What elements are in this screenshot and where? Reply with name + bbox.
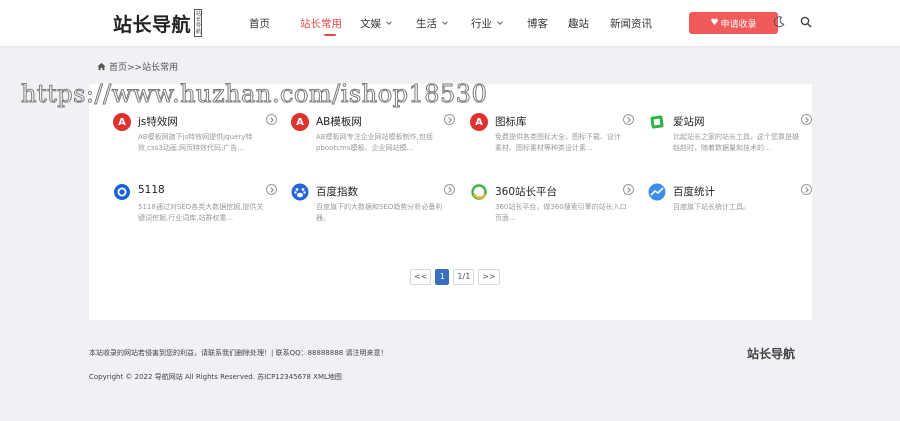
- site-item[interactable]: 爱站网 比起站长之家的站长工具，这个您算是雄赳赳时，随着数据量和技术的...: [648, 113, 812, 173]
- site-name[interactable]: 5118: [138, 184, 165, 196]
- logo-tag: 站长导航: [194, 9, 203, 37]
- nav-fun[interactable]: 趣站: [568, 0, 610, 46]
- site-name[interactable]: 百度指数: [316, 184, 358, 199]
- goto-arrow-icon[interactable]: [266, 114, 277, 125]
- goto-arrow-icon[interactable]: [444, 184, 455, 195]
- site-name[interactable]: 百度统计: [673, 184, 715, 199]
- site-desc: AB模板网旗下js特效网提供jquery特效,css3动画,网页特效代码,广告.…: [138, 133, 253, 152]
- site-item[interactable]: 5118 5118通过对SEO各类大数据挖掘,提供关键词挖掘,行业词库,站群权重…: [113, 183, 277, 243]
- ab-logo-icon: A: [291, 113, 309, 131]
- site-item[interactable]: 360站长平台 360站长平台，做360搜索引擎的站长入口页面...: [470, 183, 634, 243]
- site-item[interactable]: 百度统计 百度旗下站长统计工具。: [648, 183, 812, 243]
- site-name[interactable]: 爱站网: [673, 114, 705, 129]
- site-desc: 5118通过对SEO各类大数据挖掘,提供关键词挖掘,行业词库,站群权重...: [138, 203, 264, 222]
- apply-listing-button[interactable]: ♥ 申请收录: [689, 12, 778, 34]
- nav-industry[interactable]: 行业: [471, 0, 527, 46]
- moon-icon[interactable]: [773, 16, 785, 28]
- goto-arrow-icon[interactable]: [444, 114, 455, 125]
- goto-arrow-icon[interactable]: [623, 114, 634, 125]
- site-desc: 比起站长之家的站长工具，这个您算是雄赳赳时，随着数据量和技术的...: [673, 133, 799, 152]
- nav-news[interactable]: 新闻资讯: [610, 0, 670, 46]
- chevron-down-icon: [497, 18, 503, 25]
- site-item[interactable]: 百度指数 百度旗下的大数据和SEO趋势分析必备利器。: [291, 183, 455, 243]
- goto-arrow-icon[interactable]: [266, 184, 277, 195]
- prev-page-button[interactable]: <<: [410, 268, 432, 285]
- page-count: 1/1: [453, 268, 475, 285]
- 360-logo-icon: [471, 184, 487, 200]
- site-name[interactable]: js特效网: [138, 114, 178, 129]
- footer-logo: 站长导航: [747, 347, 796, 361]
- goto-arrow-icon[interactable]: [801, 184, 812, 195]
- site-logo[interactable]: 站长导航 站长导航: [113, 9, 203, 37]
- goto-arrow-icon[interactable]: [623, 184, 634, 195]
- footer-copyright: Copyright © 2022 导航网站 All Rights Reserve…: [89, 373, 342, 381]
- home-icon: [97, 62, 106, 71]
- chevron-down-icon: [442, 18, 448, 25]
- nav-blog[interactable]: 博客: [527, 0, 568, 46]
- main-nav: 首页 站长常用 文娱 生活 行业 博客 趣站 新闻资讯: [249, 0, 670, 46]
- site-name[interactable]: AB模板网: [316, 114, 362, 129]
- site-desc: 百度旗下站长统计工具。: [673, 203, 750, 211]
- site-item[interactable]: A 图标库 免费提供各类图标大全、图标下载、设计素材、图标素材等种类设计素...: [470, 113, 634, 173]
- site-name[interactable]: 360站长平台: [495, 184, 557, 199]
- page-1-button[interactable]: 1: [435, 268, 450, 285]
- ab-logo-icon: A: [470, 113, 488, 131]
- aizhan-logo-icon: [650, 115, 664, 129]
- site-desc: 百度旗下的大数据和SEO趋势分析必备利器。: [316, 203, 443, 222]
- next-page-button[interactable]: >>: [478, 268, 500, 285]
- site-name[interactable]: 图标库: [495, 114, 527, 129]
- search-icon[interactable]: [800, 16, 812, 28]
- nav-life[interactable]: 生活: [416, 0, 471, 46]
- top-header: 站长导航 站长导航 首页 站长常用 文娱 生活 行业 博客 趣站 新闻资讯 ♥ …: [0, 0, 900, 46]
- ab-logo-icon: A: [113, 113, 131, 131]
- baidu-tongji-icon: [648, 183, 666, 201]
- watermark-overlay: https://www.huzhan.com/ishop18530: [20, 80, 488, 109]
- nav-home[interactable]: 首页: [249, 0, 300, 46]
- breadcrumb-text[interactable]: 首页>>站长常用: [109, 60, 178, 73]
- breadcrumb: 首页>>站长常用: [97, 60, 178, 73]
- baidu-paw-icon: [291, 183, 309, 201]
- logo-text: 站长导航: [113, 13, 192, 36]
- chevron-down-icon: [386, 18, 392, 25]
- footer-notice: 本站收录的网站若侵害到您的利益，请联系我们删除处理！| 联系QQ：8888888…: [89, 349, 388, 357]
- site-desc: AB模板网专注企业网站模板制作,包括pbootcms模板、企业网站模...: [316, 133, 433, 152]
- goto-arrow-icon[interactable]: [801, 114, 812, 125]
- 5118-logo-icon: [114, 184, 130, 200]
- site-desc: 免费提供各类图标大全、图标下载、设计素材、图标素材等种类设计素...: [495, 133, 621, 152]
- heart-icon: ♥: [710, 18, 719, 28]
- site-item[interactable]: A AB模板网 AB模板网专注企业网站模板制作,包括pbootcms模板、企业网…: [291, 113, 455, 173]
- site-desc: 360站长平台，做360搜索引擎的站长入口页面...: [495, 203, 627, 222]
- pagination: << 1 1/1 >>: [410, 268, 504, 285]
- nav-webmaster[interactable]: 站长常用: [300, 0, 360, 46]
- site-item[interactable]: A js特效网 AB模板网旗下js特效网提供jquery特效,css3动画,网页…: [113, 113, 277, 173]
- nav-entertainment[interactable]: 文娱: [360, 0, 416, 46]
